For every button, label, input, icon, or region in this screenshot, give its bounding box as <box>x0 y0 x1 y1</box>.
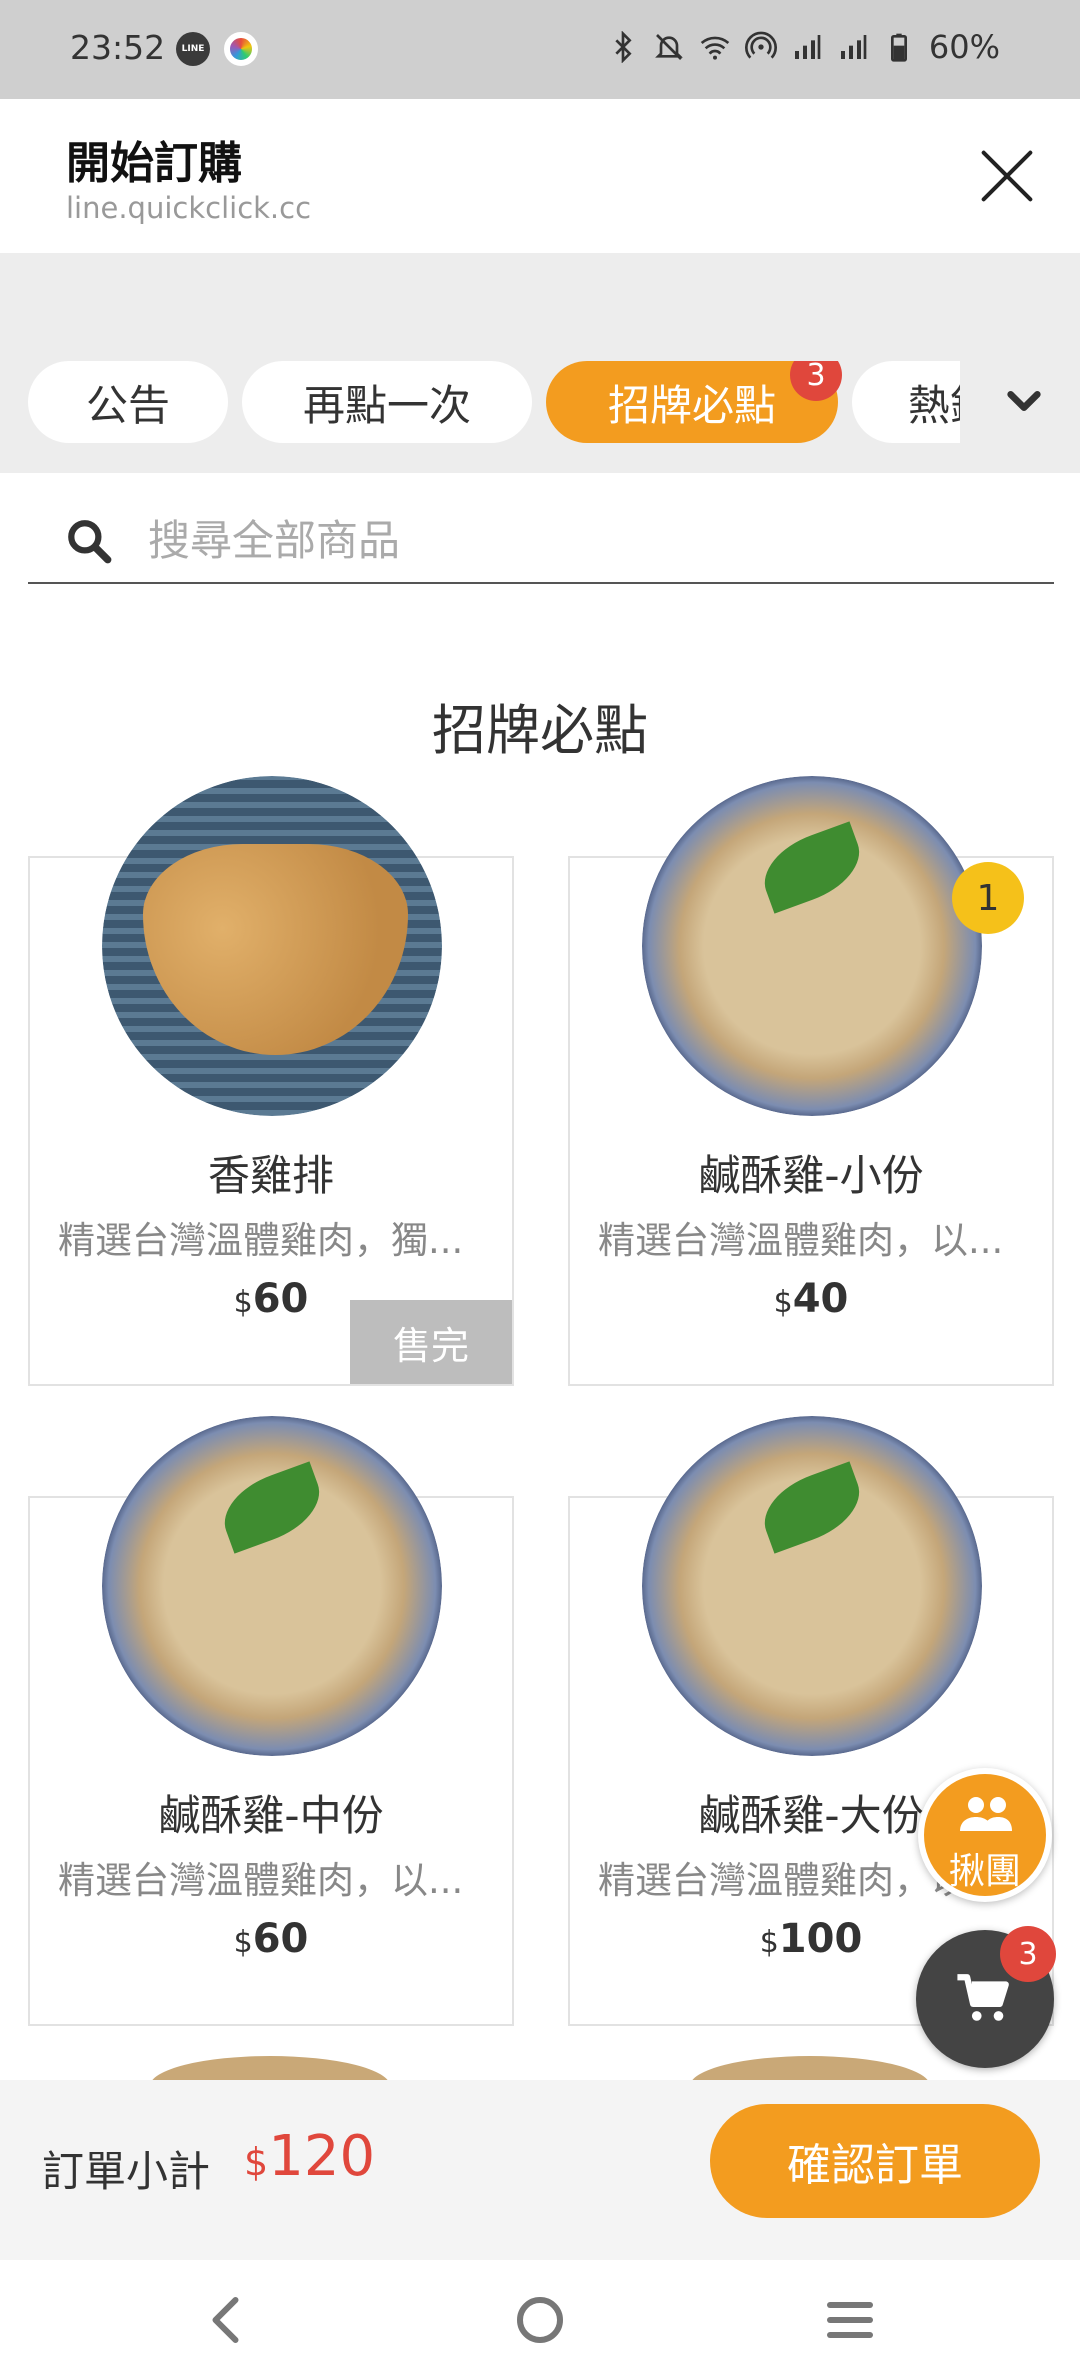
group-order-button[interactable]: 揪團 <box>918 1768 1052 1902</box>
header: 開始訂購 line.quickclick.cc <box>0 99 1080 253</box>
search-bar <box>28 500 1054 584</box>
subtotal-amount: $120 <box>244 2124 375 2189</box>
mute-icon <box>654 34 683 60</box>
menu-icon <box>827 2302 873 2338</box>
price-value: 40 <box>792 1276 849 1322</box>
tab-signature[interactable]: 招牌必點 3 <box>546 361 842 443</box>
multicolor-app-icon <box>224 32 258 66</box>
back-icon <box>212 2297 239 2343</box>
currency-symbol: $ <box>233 1925 253 1960</box>
product-description: 精選台灣溫體雞肉，以... <box>58 1859 464 1902</box>
category-tabs-area: 公告 再點一次 招牌必點 3 熱銷 <box>0 253 1080 473</box>
wifi-icon <box>700 36 730 60</box>
product-name: 鹹酥雞-中份 <box>158 1791 384 1840</box>
group-users-icon <box>960 1797 1012 1831</box>
product-image <box>102 776 442 1116</box>
price-value: 60 <box>252 1916 309 1962</box>
recents-button[interactable] <box>820 2290 880 2350</box>
cart-count-badge: 3 <box>1000 1926 1056 1982</box>
cart-button[interactable]: 3 <box>916 1926 1056 2068</box>
signal-icon <box>840 35 867 59</box>
status-indicators: 60% <box>607 28 1000 66</box>
order-summary-bar: 訂單小計 $120 確認訂單 <box>0 2080 1080 2260</box>
status-time: 23:52 <box>70 28 166 67</box>
bluetooth-icon <box>615 31 632 63</box>
signal-icon <box>794 35 821 59</box>
section-title: 招牌必點 <box>432 699 648 762</box>
price-value: 100 <box>778 1916 863 1962</box>
product-description: 精選台灣溫體雞肉，以... <box>598 1219 1004 1262</box>
product-image <box>102 1416 442 1756</box>
status-bar: 23:52 LINE 60% <box>0 0 1080 99</box>
tab-announcement[interactable]: 公告 <box>28 361 228 443</box>
product-card[interactable]: 香雞排 精選台灣溫體雞肉，獨... $60 售完 <box>28 776 514 1386</box>
tabs-expand-button[interactable] <box>1004 381 1044 421</box>
confirm-order-button[interactable]: 確認訂單 <box>710 2104 1040 2218</box>
close-button[interactable] <box>978 147 1036 205</box>
tab-best-sellers[interactable]: 熱銷 <box>852 361 960 443</box>
product-price: $40 <box>570 1276 1052 1322</box>
currency-symbol: $ <box>773 1285 793 1320</box>
sold-out-badge: 售完 <box>350 1300 512 1384</box>
product-name: 香雞排 <box>207 1151 334 1200</box>
tab-signature-label: 招牌必點 <box>607 380 776 430</box>
hotspot-icon <box>744 31 777 59</box>
product-card[interactable]: 1 鹹酥雞-小份 精選台灣溫體雞肉，以... $40 <box>568 776 1054 1386</box>
category-tabs[interactable]: 公告 再點一次 招牌必點 3 熱銷 <box>0 361 960 447</box>
page-title: 開始訂購 <box>66 138 242 189</box>
tab-count-badge: 3 <box>790 361 842 401</box>
page-url: line.quickclick.cc <box>66 191 312 225</box>
price-value: 60 <box>252 1276 309 1322</box>
status-app-icons: LINE <box>176 32 258 66</box>
product-description: 精選台灣溫體雞肉，獨... <box>58 1219 464 1262</box>
group-order-label: 揪團 <box>948 1851 1021 1892</box>
home-icon <box>517 2297 563 2343</box>
home-button[interactable] <box>510 2290 570 2350</box>
product-name: 鹹酥雞-小份 <box>698 1151 924 1200</box>
product-image <box>642 776 982 1116</box>
subtotal-value: 120 <box>268 2124 376 2189</box>
search-icon <box>68 520 112 564</box>
subtotal-label: 訂單小計 <box>42 2147 211 2196</box>
currency-symbol: $ <box>759 1925 779 1960</box>
back-button[interactable] <box>198 2290 258 2350</box>
currency-symbol: $ <box>233 1285 253 1320</box>
battery-percent: 60% <box>928 28 1000 66</box>
product-price: $60 <box>30 1916 512 1962</box>
battery-icon <box>890 33 907 62</box>
cart-icon <box>957 1974 1009 2021</box>
product-image <box>642 1416 982 1756</box>
line-app-icon: LINE <box>176 32 210 66</box>
tab-order-again[interactable]: 再點一次 <box>242 361 532 443</box>
currency-symbol: $ <box>244 2140 269 2184</box>
search-input[interactable] <box>148 508 1028 572</box>
product-card[interactable]: 鹹酥雞-中份 精選台灣溫體雞肉，以... $60 <box>28 1416 514 2026</box>
system-nav-bar <box>0 2260 1080 2376</box>
next-row-peek <box>0 2050 1080 2116</box>
chevron-down-icon <box>1007 391 1041 411</box>
cart-qty-badge: 1 <box>952 862 1024 934</box>
